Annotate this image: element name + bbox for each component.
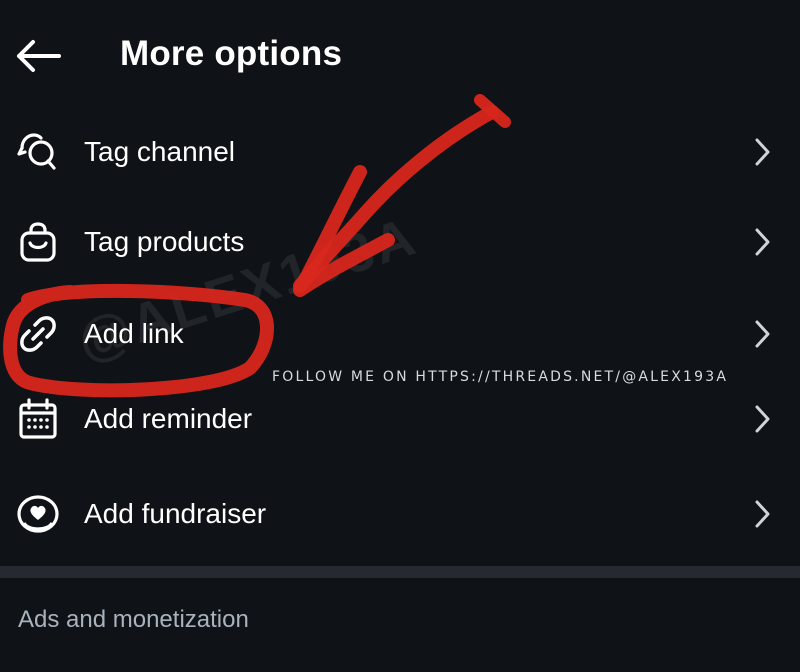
fundraiser-heart-icon [14, 490, 62, 538]
tag-channel-icon [14, 128, 62, 176]
chevron-right-icon [750, 403, 774, 435]
menu-item-add-fundraiser[interactable]: Add fundraiser [0, 474, 800, 554]
menu-item-tag-products[interactable]: Tag products [0, 202, 800, 282]
chevron-right-icon [750, 136, 774, 168]
back-button[interactable] [14, 34, 62, 78]
menu-item-label: Tag products [84, 226, 245, 257]
section-header-ads: Ads and monetization [18, 606, 249, 633]
menu-item-tag-channel[interactable]: Tag channel [0, 112, 800, 192]
menu-item-label: Add fundraiser [84, 498, 267, 529]
shopping-bag-icon [14, 218, 62, 266]
app-header: More options [0, 0, 800, 112]
menu-item-label: Tag channel [84, 136, 236, 167]
chevron-right-icon [750, 318, 774, 350]
menu-item-add-link[interactable]: Add link [0, 294, 800, 374]
page-title: More options [120, 34, 343, 73]
section-divider [0, 566, 800, 578]
link-icon [14, 310, 62, 358]
calendar-icon [14, 395, 62, 443]
menu-item-label: Add reminder [84, 403, 253, 434]
chevron-right-icon [750, 498, 774, 530]
chevron-right-icon [750, 226, 774, 258]
menu-item-label: Add link [84, 318, 184, 349]
arrow-left-icon [17, 40, 61, 72]
menu-item-add-reminder[interactable]: Add reminder [0, 379, 800, 459]
